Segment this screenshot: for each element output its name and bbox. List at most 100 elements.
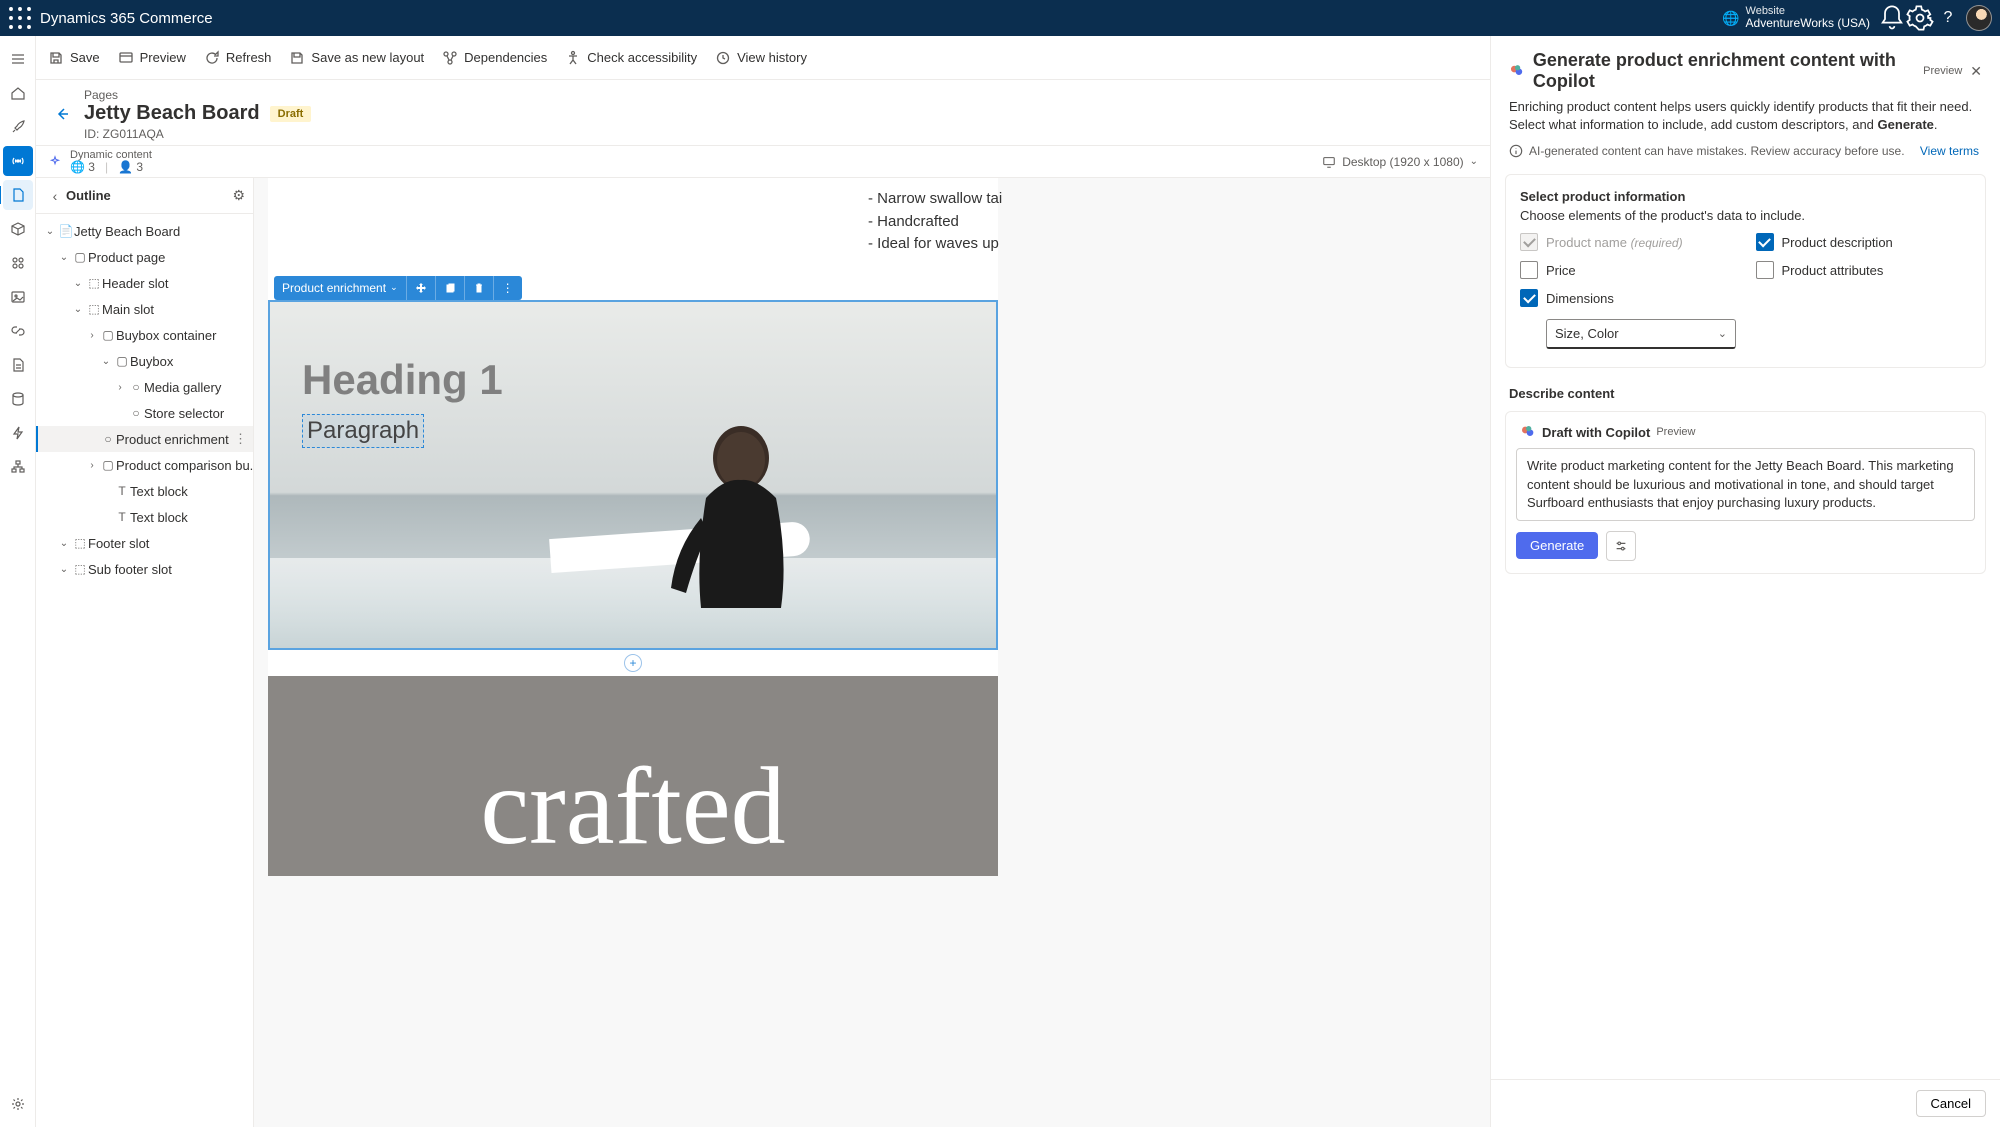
delete-icon[interactable] [464,276,493,300]
product-info-card: Select product information Choose elemen… [1505,174,1986,368]
dependencies-button[interactable]: Dependencies [442,50,547,66]
home-icon[interactable] [3,78,33,108]
close-icon[interactable]: ✕ [1970,63,1982,80]
ai-disclaimer: AI-generated content can have mistakes. … [1491,144,2000,170]
preview-tag: Preview [1656,426,1695,438]
copilot-icon [1520,424,1536,440]
tree-node[interactable]: ⌄▢Buybox [36,348,253,374]
add-module-icon[interactable]: + [624,654,642,672]
tree-node[interactable]: ›▢Buybox container [36,322,253,348]
paragraph-placeholder[interactable]: Paragraph [302,414,424,448]
tree-node[interactable]: ○Store selector [36,400,253,426]
link-icon[interactable] [3,316,33,346]
checkbox-icon[interactable] [1756,261,1774,279]
accessibility-button[interactable]: Check accessibility [565,50,697,66]
tree-node[interactable]: ›○Media gallery [36,374,253,400]
left-nav-rail [0,36,36,1127]
option-product-attributes[interactable]: Product attributes [1756,261,1972,279]
more-icon[interactable]: ⋮ [493,276,522,300]
live-icon[interactable] [3,146,33,176]
cancel-button[interactable]: Cancel [1916,1090,1986,1117]
sparkle-icon [48,155,62,169]
org-icon[interactable] [3,452,33,482]
pages-icon[interactable] [3,180,33,210]
app-launcher-icon[interactable] [8,6,32,30]
box-icon[interactable] [3,214,33,244]
bolt-icon[interactable] [3,418,33,448]
crafted-banner: crafted [268,676,998,876]
product-enrichment-module[interactable]: Heading 1 Paragraph [268,300,998,650]
collapse-outline-icon[interactable]: ‹ [44,188,66,204]
checkbox-disabled-icon [1520,233,1538,251]
tree-node[interactable]: TText block [36,504,253,530]
website-name: AdventureWorks (USA) [1746,17,1870,30]
module-toolbar: Product enrichment ⌄ ⋮ [274,276,522,300]
card-subtitle: Choose elements of the product's data to… [1520,208,1971,223]
copilot-icon [1509,62,1525,80]
tree-node[interactable]: ⌄⬚Header slot [36,270,253,296]
chevron-down-icon: ⌄ [1470,156,1478,167]
database-icon[interactable] [3,384,33,414]
save-button[interactable]: Save [48,50,100,66]
page-header: Pages Jetty Beach Board Draft ID: ZG011A… [36,80,1490,146]
user-avatar[interactable] [1966,5,1992,31]
status-badge: Draft [270,106,312,122]
website-switcher[interactable]: 🌐 Website AdventureWorks (USA) [1722,5,1870,30]
outline-settings-icon[interactable]: ⚙ [232,187,245,204]
checkbox-checked-icon[interactable] [1756,233,1774,251]
dynamic-content-bar: Dynamic content 🌐 3 | 👤 3 Desktop (1920 … [36,146,1490,178]
option-price[interactable]: Price [1520,261,1736,279]
image-icon[interactable] [3,282,33,312]
canvas-area[interactable]: - Narrow swallow tai - Handcrafted - Ide… [254,178,1490,1127]
generate-button[interactable]: Generate [1516,532,1598,559]
globe-icon: 🌐 [1722,10,1739,27]
global-header: Dynamics 365 Commerce 🌐 Website Adventur… [0,0,2000,36]
prompt-input[interactable]: Write product marketing content for the … [1516,448,1975,521]
option-dimensions[interactable]: Dimensions [1520,289,1736,307]
module-label[interactable]: Product enrichment ⌄ [274,276,406,300]
tree-node[interactable]: ⌄⬚Footer slot [36,530,253,556]
gear-icon[interactable] [3,1089,33,1119]
settings-icon[interactable] [1906,4,1934,32]
save-layout-button[interactable]: Save as new layout [289,50,424,66]
components-icon[interactable] [3,248,33,278]
draft-card: Draft with Copilot Preview Write product… [1505,411,1986,574]
history-button[interactable]: View history [715,50,807,66]
card-title: Select product information [1520,189,1971,204]
page-title: Jetty Beach Board [84,102,260,125]
info-icon [1509,144,1523,158]
preview-tag: Preview [1923,65,1962,77]
tree-node[interactable]: ⌄⬚Sub footer slot [36,556,253,582]
viewport-selector[interactable]: Desktop (1920 x 1080) ⌄ [1322,155,1478,169]
hamburger-icon[interactable] [3,44,33,74]
help-icon[interactable]: ? [1934,4,1962,32]
describe-content-label: Describe content [1491,372,2000,407]
tree-node[interactable]: ⌄⬚Main slot [36,296,253,322]
checkbox-checked-icon[interactable] [1520,289,1538,307]
notifications-icon[interactable] [1878,4,1906,32]
panel-title: Generate product enrichment content with… [1533,50,1911,92]
draft-title: Draft with Copilot [1542,425,1650,440]
view-terms-link[interactable]: View terms [1920,144,1979,158]
more-icon[interactable]: ⋮ [234,431,247,447]
option-product-name: Product name (required) [1520,233,1736,251]
copy-icon[interactable] [435,276,464,300]
checkbox-icon[interactable] [1520,261,1538,279]
tree-node-root[interactable]: ⌄📄Jetty Beach Board [36,218,253,244]
tree-node[interactable]: TText block [36,478,253,504]
heading-placeholder[interactable]: Heading 1 [302,356,503,404]
move-icon[interactable] [406,276,435,300]
tree-node[interactable]: ⌄▢Product page [36,244,253,270]
document-icon[interactable] [3,350,33,380]
copilot-panel: Generate product enrichment content with… [1490,36,2000,1127]
tune-icon[interactable] [1606,531,1636,561]
breadcrumb[interactable]: Pages [84,88,1474,102]
back-arrow-icon[interactable] [52,103,74,125]
tree-node-selected[interactable]: ○Product enrichment⋮ [36,426,253,452]
option-product-description[interactable]: Product description [1756,233,1972,251]
preview-button[interactable]: Preview [118,50,186,66]
rocket-icon[interactable] [3,112,33,142]
refresh-button[interactable]: Refresh [204,50,272,66]
dimensions-select[interactable]: Size, Color ⌄ [1546,319,1736,349]
tree-node[interactable]: ›▢Product comparison bu... [36,452,253,478]
